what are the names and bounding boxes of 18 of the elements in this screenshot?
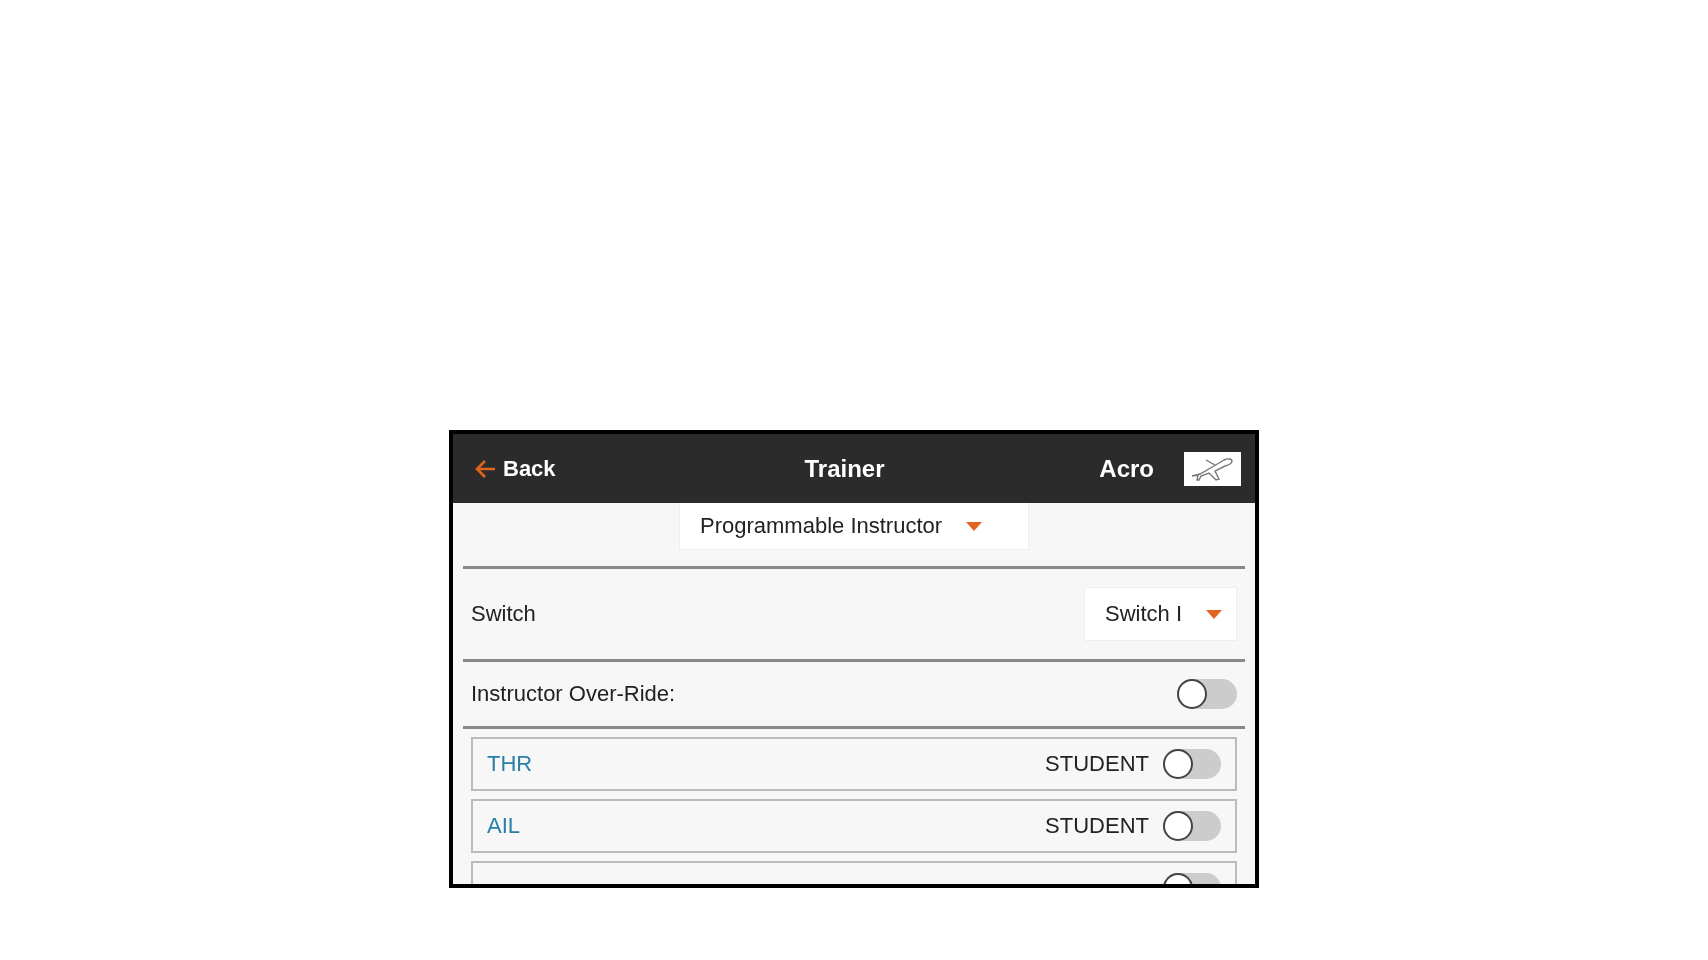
back-arrow-icon (475, 458, 497, 479)
channel-mode-label: STUDENT (1045, 751, 1149, 777)
airplane-icon[interactable] (1184, 451, 1241, 486)
caret-icon (1206, 609, 1222, 619)
channel-label: AIL (487, 813, 521, 839)
screen-title: Trainer (803, 454, 886, 483)
model-name: Acro (1098, 454, 1154, 483)
caret-icon (966, 521, 983, 531)
back-button[interactable]: Back (475, 455, 735, 482)
override-toggle[interactable] (1177, 679, 1237, 709)
channel-label: THR (487, 751, 533, 777)
channel-mode-label: STUDENT (1045, 813, 1149, 839)
channel-toggle[interactable] (1163, 749, 1221, 779)
override-label: Instructor Over-Ride: (471, 681, 676, 707)
channel-toggle[interactable] (1163, 811, 1221, 841)
switch-dropdown[interactable]: Switch I (1083, 587, 1237, 641)
mode-dropdown[interactable]: Programmable Instructor (679, 503, 1029, 550)
switch-label: Switch (471, 601, 536, 627)
